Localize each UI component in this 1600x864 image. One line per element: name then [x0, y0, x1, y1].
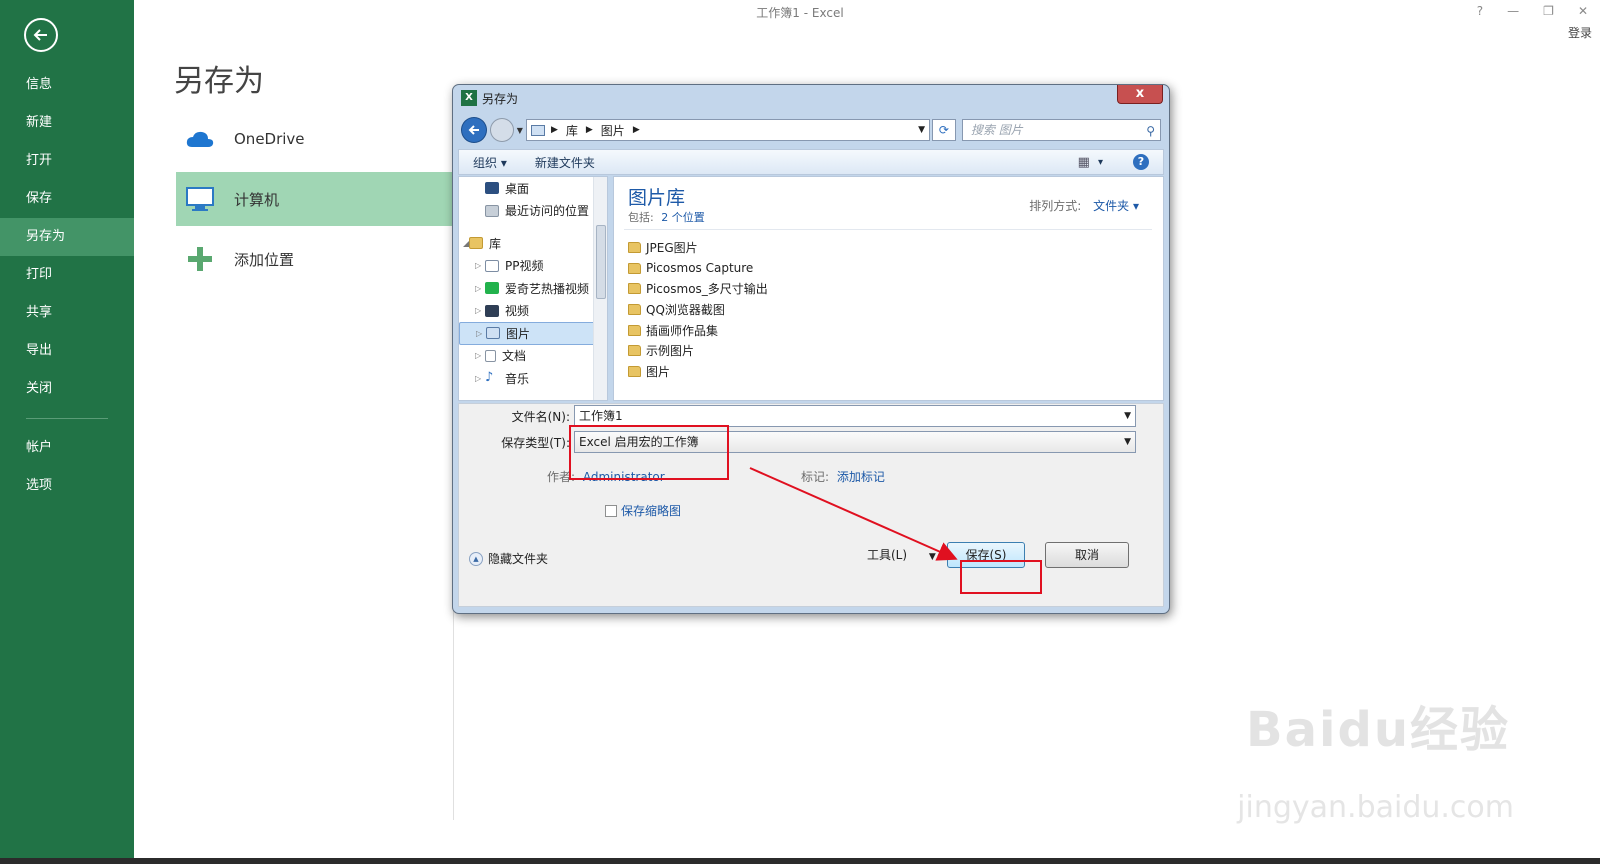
taskbar-strip — [0, 858, 1600, 864]
annotation-arrow — [749, 467, 958, 561]
